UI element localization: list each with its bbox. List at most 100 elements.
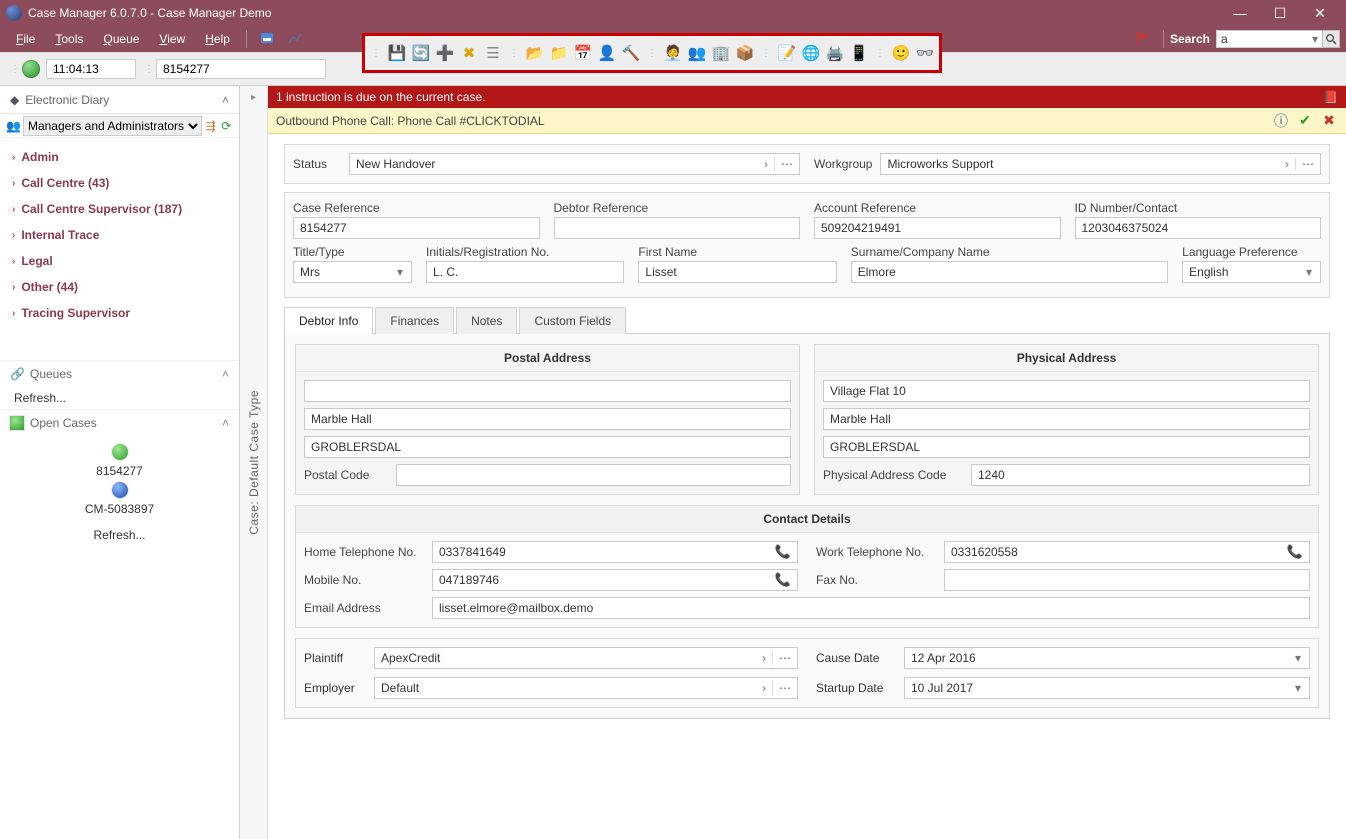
electronic-diary-header[interactable]: ◆ Electronic Diary ˄ (0, 86, 239, 114)
window-list-icon[interactable] (259, 31, 275, 47)
chevron-right-icon[interactable]: ▸ (251, 92, 256, 103)
tab-custom-fields[interactable]: Custom Fields (519, 307, 626, 334)
chevron-up-icon[interactable]: ˄ (222, 416, 229, 430)
menu-help[interactable]: Help (195, 29, 240, 49)
cancel-icon[interactable]: ✖ (459, 43, 479, 63)
menu-queue[interactable]: Queue (93, 29, 149, 49)
sidebar-item-tracing-supervisor[interactable]: ›Tracing Supervisor (4, 300, 235, 326)
tab-notes[interactable]: Notes (456, 307, 517, 334)
window-minimize-button[interactable]: — (1220, 0, 1260, 26)
physical-line1-input[interactable]: Village Flat 10 (823, 380, 1310, 402)
building-icon[interactable]: 🏢 (711, 43, 731, 63)
window-maximize-button[interactable]: ☐ (1260, 0, 1300, 26)
sidebar-item-call-centre-supervisor[interactable]: ›Call Centre Supervisor (187) (4, 196, 235, 222)
menu-tools[interactable]: Tools (45, 29, 93, 49)
account-ref-input[interactable]: 509204219491 (814, 217, 1061, 239)
flag-icon[interactable] (1135, 31, 1151, 47)
sidebar-item-call-centre[interactable]: ›Call Centre (43) (4, 170, 235, 196)
fax-input[interactable] (944, 569, 1310, 591)
people-icon[interactable]: 👥 (687, 43, 707, 63)
queues-refresh[interactable]: Refresh... (0, 387, 239, 409)
refresh-icon[interactable]: 🔄 (411, 43, 431, 63)
open-case-item[interactable]: CM-5083897 (85, 502, 154, 516)
initials-input[interactable]: L. C. (426, 261, 624, 283)
case-number-input[interactable] (156, 59, 326, 79)
role-select[interactable]: Managers and Administrators (23, 116, 202, 136)
calendar-icon[interactable]: 📅 (573, 43, 593, 63)
ellipsis-icon[interactable]: ⋯ (1295, 157, 1314, 171)
workgroup-picker[interactable]: Microworks Support › ⋯ (880, 153, 1321, 175)
phone-icon[interactable]: 📱 (849, 43, 869, 63)
email-input[interactable]: lisset.elmore@mailbox.demo (432, 597, 1310, 619)
ellipsis-icon[interactable]: ⋯ (774, 157, 793, 171)
chevron-up-icon[interactable]: ˄ (222, 93, 229, 107)
gavel-icon[interactable]: 🔨 (621, 43, 641, 63)
folder-open-icon[interactable]: 📂 (525, 43, 545, 63)
phone-icon[interactable]: 📞 (775, 572, 791, 588)
queues-header[interactable]: 🔗 Queues ˄ (0, 361, 239, 387)
physical-line3-input[interactable]: GROBLERSDAL (823, 436, 1310, 458)
sidebar-item-legal[interactable]: ›Legal (4, 248, 235, 274)
time-input[interactable] (46, 59, 136, 79)
work-phone-input[interactable]: 0331620558📞 (944, 541, 1310, 563)
alert-flag-icon[interactable]: 📕 (1323, 90, 1338, 104)
idnum-input[interactable]: 1203046375024 (1075, 217, 1322, 239)
search-button[interactable] (1322, 30, 1340, 48)
status-picker[interactable]: New Handover › ⋯ (349, 153, 800, 175)
employer-picker[interactable]: Default›⋯ (374, 677, 798, 699)
sidebar-item-internal-trace[interactable]: ›Internal Trace (4, 222, 235, 248)
case-type-strip[interactable]: ▸ Case: Default Case Type (240, 86, 268, 839)
startup-date-picker[interactable]: 10 Jul 2017▾ (904, 677, 1310, 699)
tab-finances[interactable]: Finances (375, 307, 454, 334)
window-close-button[interactable]: ✕ (1300, 0, 1340, 26)
accept-icon[interactable]: ✔ (1296, 112, 1314, 130)
ellipsis-icon[interactable]: ⋯ (772, 681, 791, 695)
list-icon[interactable]: ☰ (483, 43, 503, 63)
play-button[interactable] (22, 60, 40, 78)
phone-icon[interactable]: 📞 (1287, 544, 1303, 560)
globe-icon[interactable]: 🌐 (801, 43, 821, 63)
agent-icon[interactable]: 🧑‍💼 (663, 43, 683, 63)
search-input[interactable] (1216, 30, 1326, 48)
first-name-input[interactable]: Lisset (638, 261, 836, 283)
postal-line3-input[interactable]: GROBLERSDAL (304, 436, 791, 458)
note-add-icon[interactable]: 📝 (777, 43, 797, 63)
save-icon[interactable]: 💾 (387, 43, 407, 63)
open-cases-refresh[interactable]: Refresh... (0, 524, 239, 546)
chart-icon[interactable] (287, 31, 303, 47)
physical-code-input[interactable]: 1240 (971, 464, 1310, 486)
info-icon[interactable]: ⓘ (1272, 112, 1290, 130)
tree-icon[interactable]: ⇶ (204, 118, 218, 134)
menu-file[interactable]: File (6, 29, 45, 49)
debtor-ref-input[interactable] (554, 217, 801, 239)
package-icon[interactable]: 📦 (735, 43, 755, 63)
print-icon[interactable]: 🖨️ (825, 43, 845, 63)
sidebar-item-other[interactable]: ›Other (44) (4, 274, 235, 300)
cause-date-picker[interactable]: 12 Apr 2016▾ (904, 647, 1310, 669)
postal-line1-input[interactable] (304, 380, 791, 402)
add-icon[interactable]: ➕ (435, 43, 455, 63)
ellipsis-icon[interactable]: ⋯ (772, 651, 791, 665)
mobile-input[interactable]: 047189746📞 (432, 569, 798, 591)
reject-icon[interactable]: ✖ (1320, 112, 1338, 130)
folder-icon[interactable]: 📁 (549, 43, 569, 63)
home-phone-input[interactable]: 0337841649📞 (432, 541, 798, 563)
chevron-up-icon[interactable]: ˄ (222, 367, 229, 381)
tab-debtor-info[interactable]: Debtor Info (284, 307, 373, 334)
sidebar-item-admin[interactable]: ›Admin (4, 144, 235, 170)
case-ref-input[interactable]: 8154277 (293, 217, 540, 239)
user-info-icon[interactable]: 🙂 (891, 43, 911, 63)
title-select[interactable]: Mrs▾ (293, 261, 412, 283)
open-cases-header[interactable]: Open Cases ˄ (0, 410, 239, 436)
postal-line2-input[interactable]: Marble Hall (304, 408, 791, 430)
postal-code-input[interactable] (396, 464, 791, 486)
surname-input[interactable]: Elmore (851, 261, 1168, 283)
physical-line2-input[interactable]: Marble Hall (823, 408, 1310, 430)
menu-view[interactable]: View (149, 29, 195, 49)
open-case-item[interactable]: 8154277 (96, 464, 143, 478)
phone-icon[interactable]: 📞 (775, 544, 791, 560)
lang-select[interactable]: English▾ (1182, 261, 1321, 283)
glasses-icon[interactable]: 👓 (915, 43, 935, 63)
person-icon[interactable]: 👤 (597, 43, 617, 63)
refresh-small-icon[interactable]: ⟳ (219, 118, 233, 134)
